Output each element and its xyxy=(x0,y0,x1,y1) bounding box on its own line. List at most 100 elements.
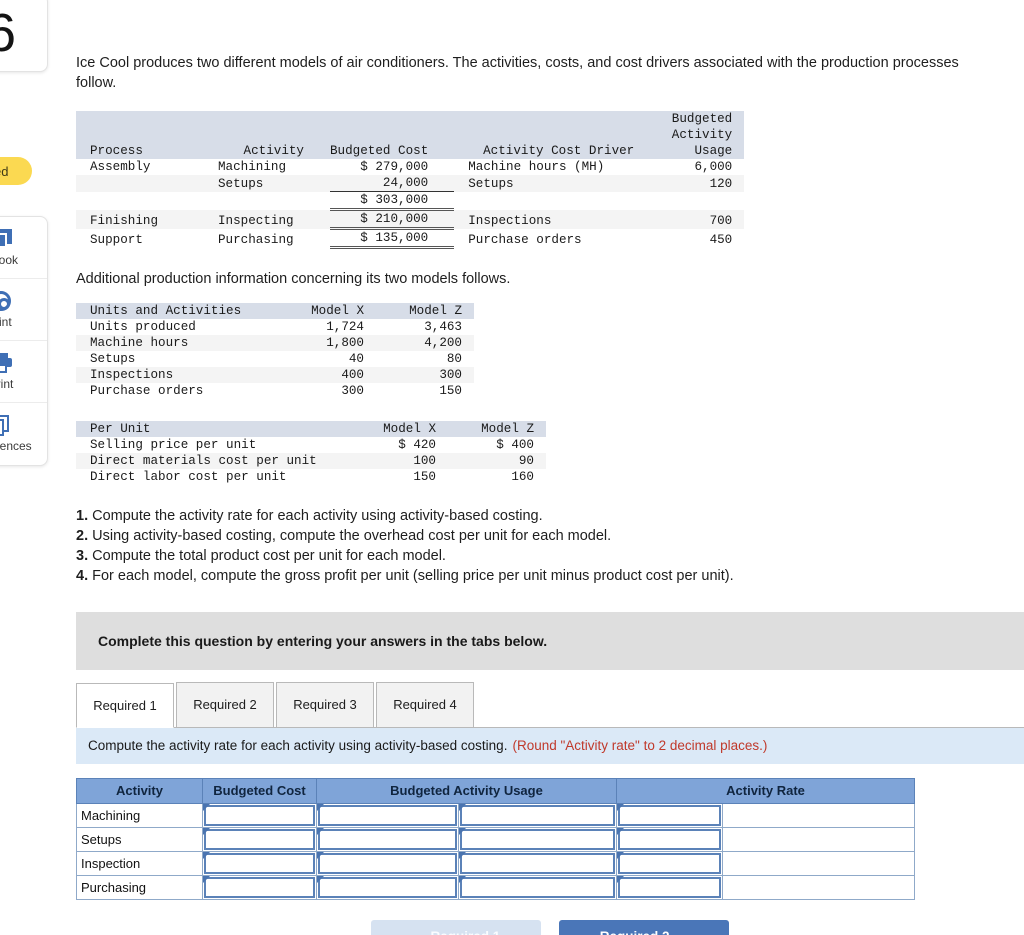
process-cost-table: Budgeted Activity Process Activity Budge… xyxy=(76,111,745,250)
cell-total-cost: $ 303,000 xyxy=(330,191,455,212)
chevron-right-icon: › xyxy=(684,929,689,935)
dropdown-flag-icon[interactable] xyxy=(203,851,210,859)
tab-required-4[interactable]: Required 4 xyxy=(376,681,474,727)
cell-label: Units produced xyxy=(90,320,196,335)
col-header-model-z: Model Z xyxy=(481,422,534,437)
activity-rate-input[interactable] xyxy=(618,852,722,874)
budgeted-cost-input[interactable] xyxy=(204,852,315,874)
cell-budgeted-cost[interactable] xyxy=(202,802,317,828)
dropdown-flag-icon[interactable] xyxy=(459,875,466,883)
printer-icon xyxy=(0,352,13,375)
col-header-model-x: Model X xyxy=(311,304,364,319)
cell-process: Assembly xyxy=(90,160,151,175)
col-header-activity: Activity xyxy=(243,144,304,159)
book-icon xyxy=(0,228,13,251)
table-row: Inspection xyxy=(76,850,916,876)
previous-required-button[interactable]: ‹ Required 1 xyxy=(371,919,541,935)
col-header-model-z: Model Z xyxy=(409,304,462,319)
usage-input-b[interactable] xyxy=(460,876,616,898)
cell-usage-a[interactable] xyxy=(316,802,459,828)
col-header-budgeted-activity-usage: Budgeted Activity Usage xyxy=(315,777,618,804)
usage-input-b[interactable] xyxy=(460,828,616,850)
dropdown-flag-icon[interactable] xyxy=(203,827,210,835)
requirement-text: Using activity-based costing, compute th… xyxy=(92,527,612,544)
cell-rate-input[interactable] xyxy=(616,826,724,852)
col-header-cost-driver: Activity Cost Driver xyxy=(483,144,635,159)
usage-input-a[interactable] xyxy=(318,828,457,850)
table-header-row: Units and Activities Model X Model Z xyxy=(76,303,474,320)
sidebar-item-label: References xyxy=(0,439,32,453)
activity-rate-input[interactable] xyxy=(618,804,722,826)
cell-usage-b[interactable] xyxy=(457,850,618,876)
budgeted-cost-input[interactable] xyxy=(204,828,315,850)
table-row: Finishing Inspecting $ 210,000 Inspectio… xyxy=(76,209,745,231)
table-header-row: Activity xyxy=(76,127,745,144)
complete-question-banner: Complete this question by entering your … xyxy=(76,611,1024,670)
dropdown-flag-icon[interactable] xyxy=(617,827,625,835)
per-unit-table: Per Unit Model X Model Z Selling price p… xyxy=(76,421,546,485)
usage-input-a[interactable] xyxy=(318,876,457,898)
dropdown-flag-icon[interactable] xyxy=(459,803,466,811)
cell-rate-input[interactable] xyxy=(616,874,724,900)
next-required-button[interactable]: Required 2 › xyxy=(559,919,729,935)
activity-rate-input[interactable] xyxy=(618,876,722,898)
main-content: Ice Cool produces two different models o… xyxy=(76,0,1024,935)
cell-label: Inspections xyxy=(90,368,174,383)
dropdown-flag-icon[interactable] xyxy=(617,803,625,811)
cell-rate-value xyxy=(722,850,916,876)
cell-usage xyxy=(660,192,744,210)
usage-input-b[interactable] xyxy=(460,804,616,826)
dropdown-flag-icon[interactable] xyxy=(459,827,466,835)
usage-input-a[interactable] xyxy=(318,852,457,874)
budgeted-cost-input[interactable] xyxy=(204,804,315,826)
cell-usage-a[interactable] xyxy=(316,850,459,876)
dropdown-flag-icon[interactable] xyxy=(317,875,324,883)
usage-input-b[interactable] xyxy=(460,852,616,874)
sidebar-item-hint[interactable]: Hint xyxy=(0,279,47,341)
cell-rate-input[interactable] xyxy=(616,850,724,876)
cell-rate-value xyxy=(722,826,916,852)
dropdown-flag-icon[interactable] xyxy=(317,851,324,859)
budgeted-cost-input[interactable] xyxy=(204,876,315,898)
sidebar-item-print[interactable]: Print xyxy=(0,341,47,403)
col-header-activity-rate: Activity Rate xyxy=(616,777,916,804)
cell-usage-a[interactable] xyxy=(316,874,459,900)
cell-usage-b[interactable] xyxy=(457,874,618,900)
cell-usage-b[interactable] xyxy=(457,826,618,852)
col-header-model-x: Model X xyxy=(383,422,436,437)
cell-budgeted-cost[interactable] xyxy=(202,850,317,876)
requirement-number: 4. xyxy=(76,567,89,584)
required-tabs: Required 1 Required 2 Required 3 Require… xyxy=(76,681,1024,728)
cell-budgeted-cost[interactable] xyxy=(202,874,317,900)
cell-rate-input[interactable] xyxy=(616,802,724,828)
table-row: Inspections 400 300 xyxy=(76,367,474,384)
dropdown-flag-icon[interactable] xyxy=(317,803,324,811)
cell-usage-a[interactable] xyxy=(316,826,459,852)
dropdown-flag-icon[interactable] xyxy=(459,851,466,859)
requirement-text: Compute the activity rate for each activ… xyxy=(92,508,543,525)
cell-budgeted-cost[interactable] xyxy=(202,826,317,852)
cell-model-x: 1,800 xyxy=(326,336,364,351)
cell-model-x: 300 xyxy=(341,384,364,399)
activity-rate-input[interactable] xyxy=(618,828,722,850)
table-row: Purchasing xyxy=(76,874,916,900)
dropdown-flag-icon[interactable] xyxy=(617,851,625,859)
tab-required-3[interactable]: Required 3 xyxy=(276,681,374,727)
chevron-left-icon: ‹ xyxy=(412,929,417,935)
usage-input-a[interactable] xyxy=(318,804,457,826)
table-row: Support Purchasing $ 135,000 Purchase or… xyxy=(76,228,744,250)
sidebar-item-ebook[interactable]: eBook xyxy=(0,217,47,279)
dropdown-flag-icon[interactable] xyxy=(317,827,324,835)
cell-label: Setups xyxy=(90,352,136,367)
tab-required-1[interactable]: Required 1 xyxy=(76,682,174,728)
cell-driver: Inspections xyxy=(468,213,552,228)
cell-process: Support xyxy=(90,232,143,247)
cell-usage-b[interactable] xyxy=(457,802,618,828)
sidebar-item-references[interactable]: References xyxy=(0,403,47,465)
col-header-budgeted-cost: Budgeted Cost xyxy=(202,777,317,804)
tab-required-2[interactable]: Required 2 xyxy=(176,681,274,727)
cell-label: Direct materials cost per unit xyxy=(90,454,317,469)
dropdown-flag-icon[interactable] xyxy=(617,875,625,883)
dropdown-flag-icon[interactable] xyxy=(203,875,210,883)
dropdown-flag-icon[interactable] xyxy=(203,803,210,811)
